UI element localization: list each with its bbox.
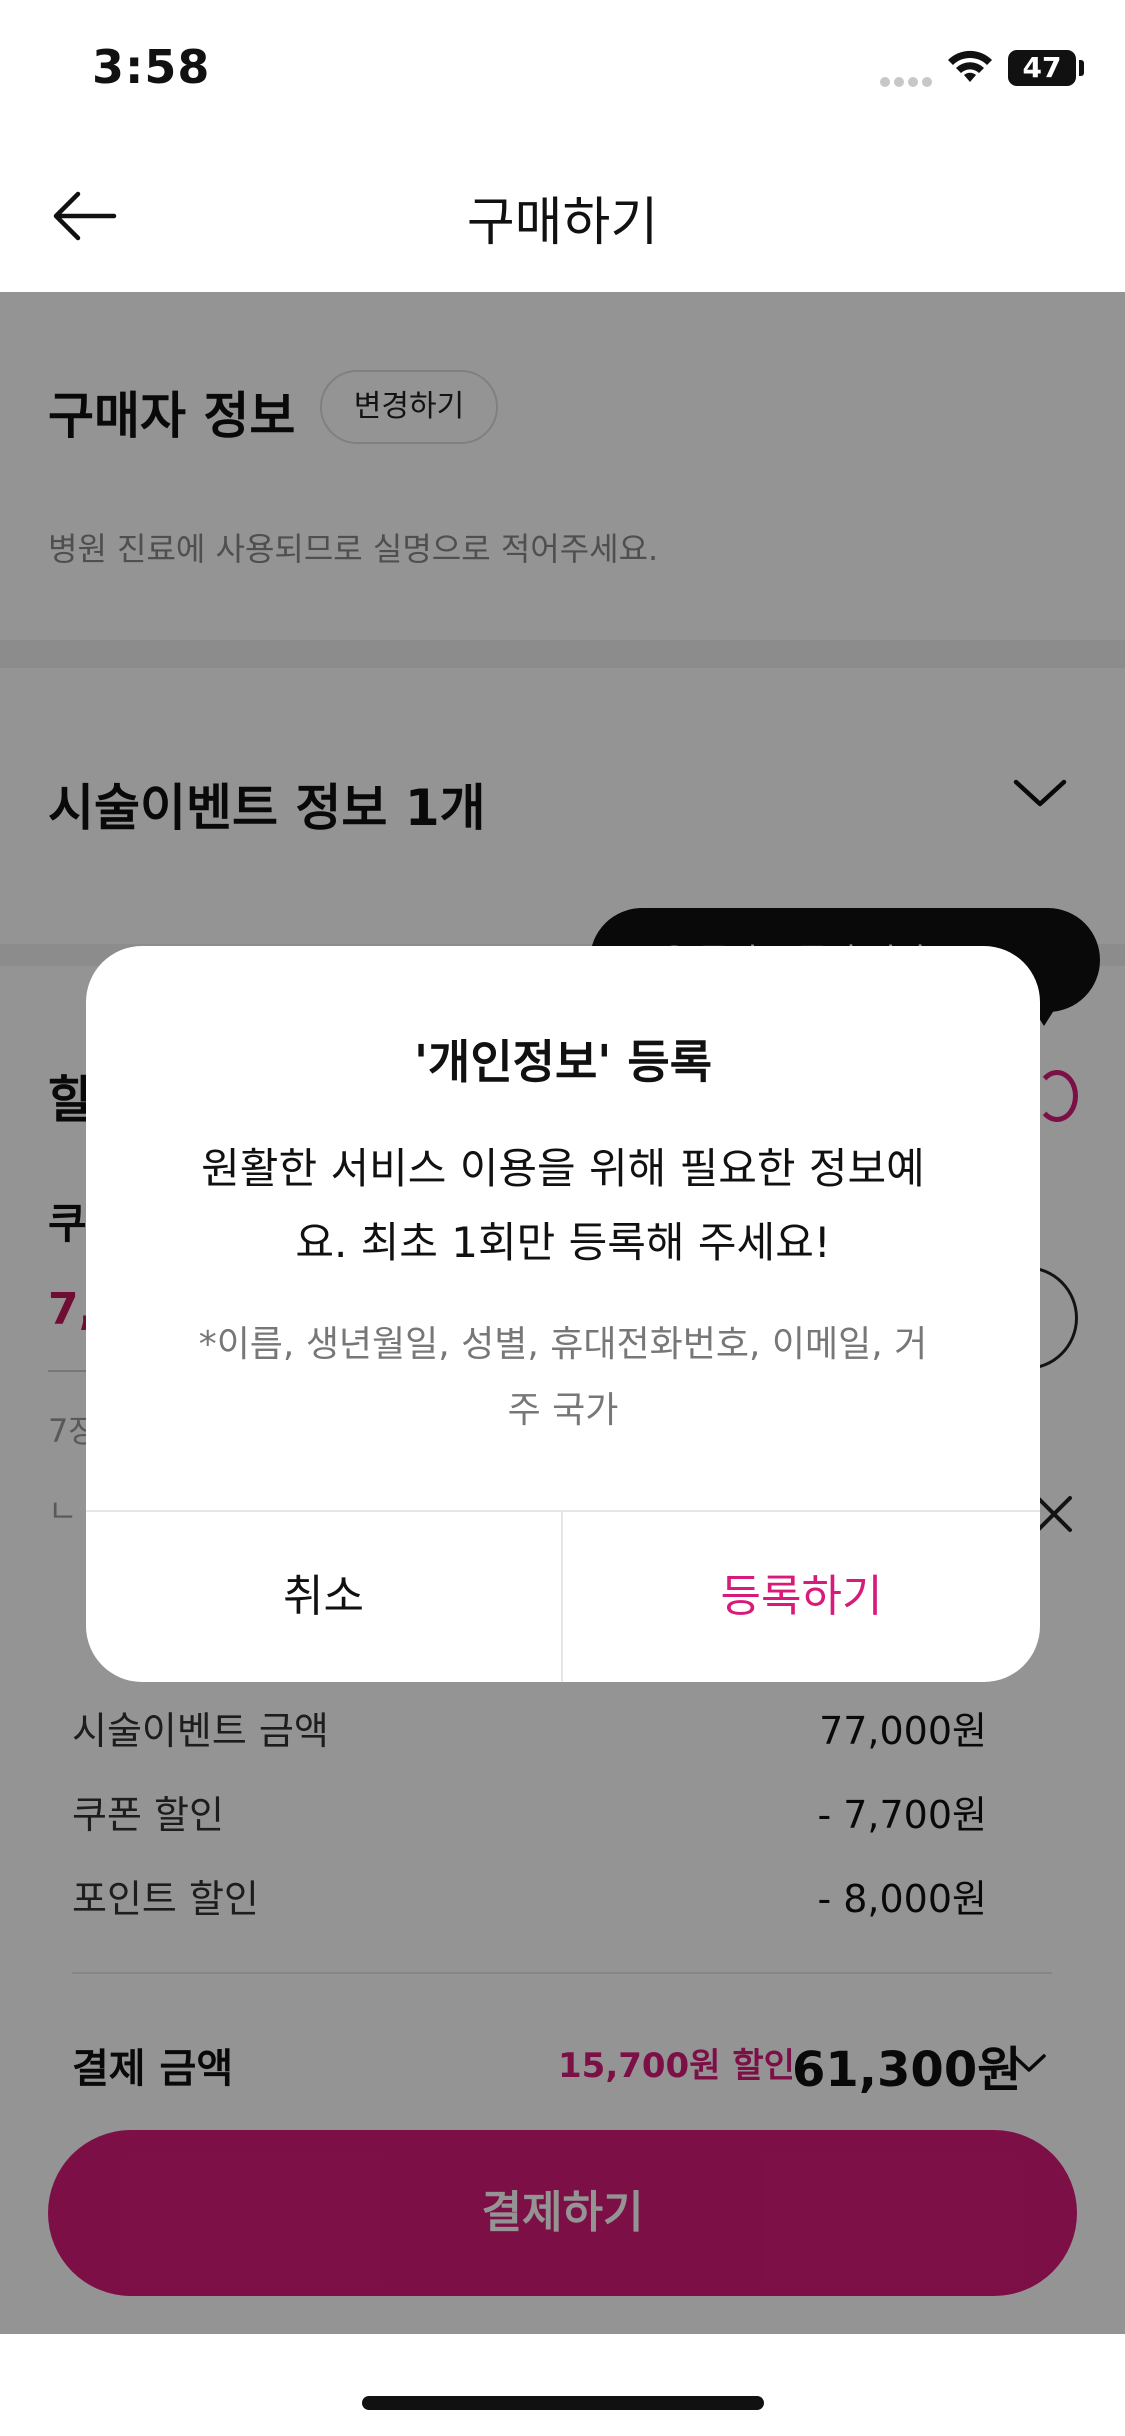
dialog-message-line: 요. 최초 1회만 등록해 주세요! xyxy=(295,1218,831,1267)
dialog-note-line: 주 국가 xyxy=(507,1390,619,1431)
cancel-button[interactable]: 취소 xyxy=(86,1512,561,1682)
status-time: 3:58 xyxy=(92,40,211,94)
dialog-note-line: *이름, 생년월일, 성별, 휴대전화번호, 이메일, 거 xyxy=(198,1324,928,1365)
dialog-note: *이름, 생년월일, 성별, 휴대전화번호, 이메일, 거 주 국가 xyxy=(156,1312,970,1444)
page-title: 구매하기 xyxy=(466,193,659,253)
dialog-message: 원활한 서비스 이용을 위해 필요한 정보예 요. 최초 1회만 등록해 주세요… xyxy=(156,1132,970,1280)
battery-icon: 47 xyxy=(1008,50,1076,86)
dialog-message-line: 원활한 서비스 이용을 위해 필요한 정보예 xyxy=(201,1144,925,1193)
dialog-title: '개인정보' 등록 xyxy=(413,1035,713,1089)
battery-tip xyxy=(1079,60,1084,76)
status-bar: 3:58 47 xyxy=(0,0,1125,140)
privacy-registration-dialog: '개인정보' 등록 원활한 서비스 이용을 위해 필요한 정보예 요. 최초 1… xyxy=(86,946,1040,1682)
register-button[interactable]: 등록하기 xyxy=(563,1512,1040,1682)
nav-header: 구매하기 xyxy=(0,140,1125,292)
signal-icon xyxy=(880,72,936,87)
wifi-icon xyxy=(948,50,992,82)
home-indicator-area xyxy=(0,2334,1125,2436)
home-indicator[interactable] xyxy=(362,2396,764,2410)
